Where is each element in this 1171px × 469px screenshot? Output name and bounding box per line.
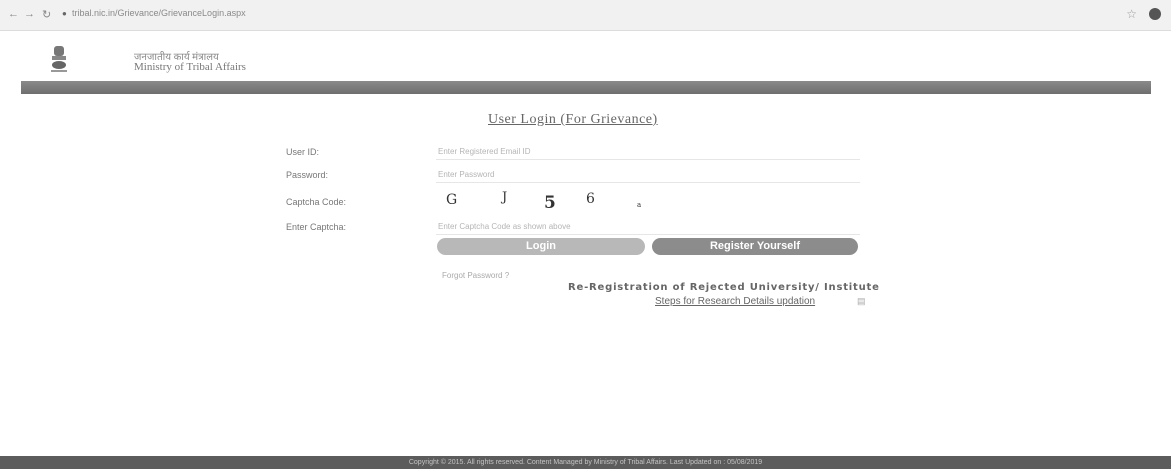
bookmark-star-icon[interactable]: ☆ — [1126, 7, 1137, 21]
user-id-label: User ID: — [286, 147, 320, 157]
captcha-char: 6 — [586, 191, 595, 207]
footer: Copyright © 2015. All rights reserved. C… — [0, 456, 1171, 469]
password-input[interactable] — [436, 166, 860, 183]
password-label: Password: — [286, 170, 329, 180]
reregistration-link[interactable]: Re-Registration of Rejected University/ … — [568, 282, 880, 293]
register-button[interactable]: Register Yourself — [652, 238, 858, 255]
captcha-char: a — [637, 201, 642, 209]
page-title: User Login (For Grievance) — [488, 112, 658, 127]
national-emblem-icon — [51, 46, 67, 72]
captcha-code-label: Captcha Code: — [286, 197, 347, 207]
reload-icon[interactable]: ↻ — [42, 8, 51, 21]
browser-toolbar: ← → ↻ ● tribal.nic.in/Grievance/Grievanc… — [0, 0, 1171, 31]
captcha-char: G — [446, 192, 458, 208]
captcha-char: 5 — [544, 193, 556, 213]
forgot-password-link[interactable]: Forgot Password ? — [442, 271, 509, 280]
site-header: जनजातीय कार्य मंत्रालय Ministry of Triba… — [0, 34, 1171, 80]
document-icon: ▤ — [857, 296, 866, 306]
captcha-input[interactable] — [436, 218, 860, 235]
ministry-name: Ministry of Tribal Affairs — [134, 61, 246, 73]
steps-research-link[interactable]: Steps for Research Details updation — [655, 296, 815, 307]
address-bar[interactable]: tribal.nic.in/Grievance/GrievanceLogin.a… — [72, 8, 246, 18]
profile-avatar[interactable] — [1149, 8, 1161, 20]
lock-icon[interactable]: ● — [62, 9, 67, 18]
user-id-input[interactable] — [436, 143, 860, 160]
login-button[interactable]: Login — [437, 238, 645, 255]
forward-arrow-icon[interactable]: → — [24, 8, 35, 20]
header-band — [21, 81, 1151, 94]
enter-captcha-label: Enter Captcha: — [286, 222, 347, 232]
captcha-char: J — [502, 190, 508, 205]
back-arrow-icon[interactable]: ← — [8, 8, 19, 20]
